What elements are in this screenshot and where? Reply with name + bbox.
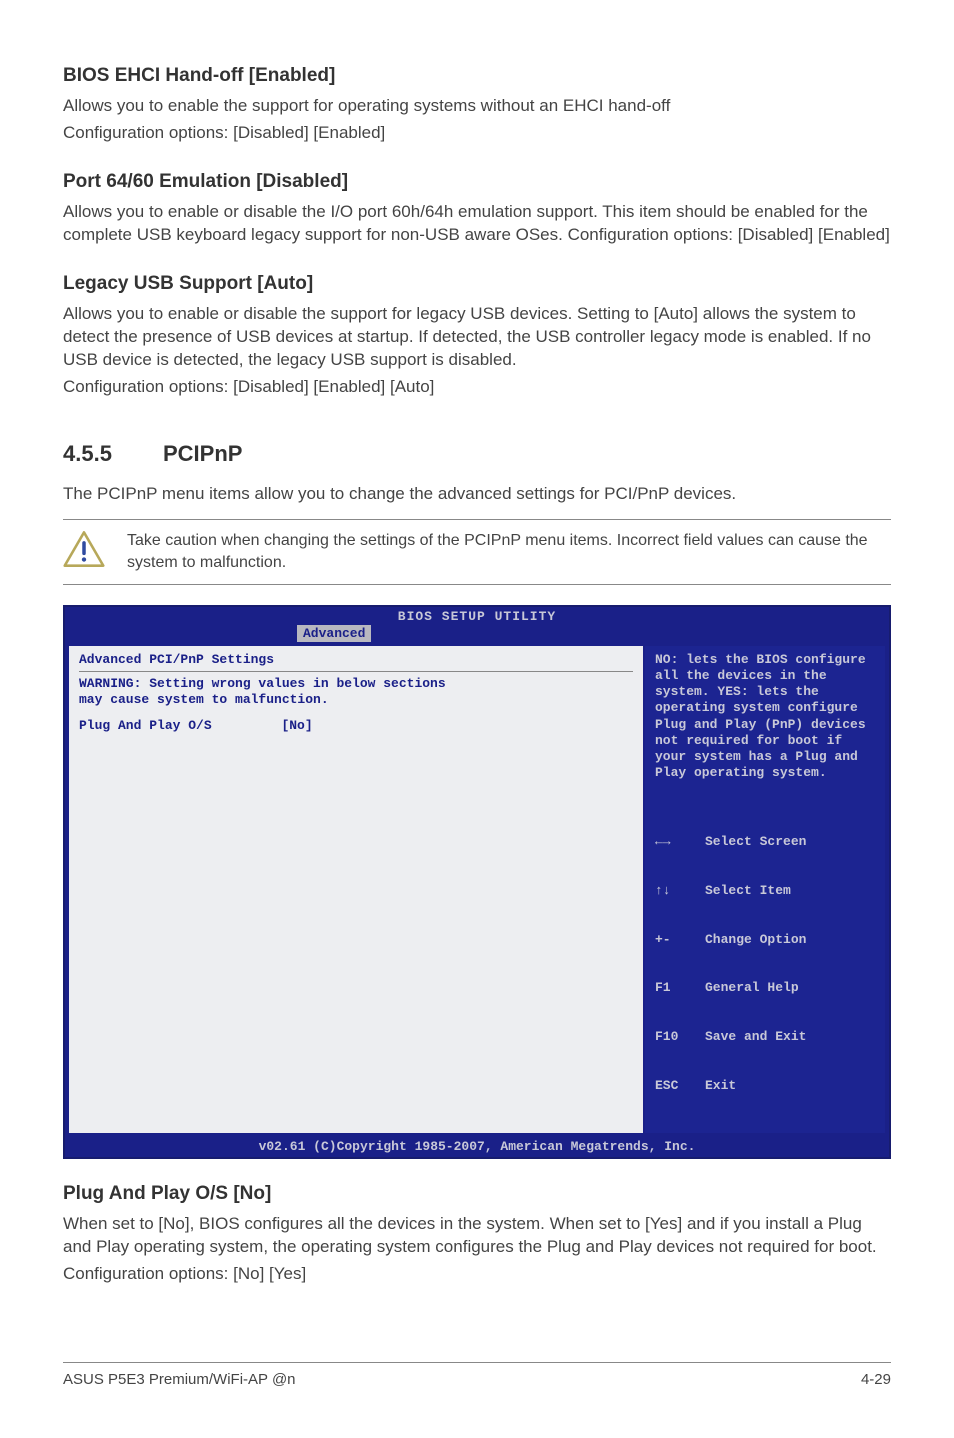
nav-key-esc: ESC: [655, 1078, 705, 1094]
text-bios-ehci-opts: Configuration options: [Disabled] [Enabl…: [63, 122, 891, 145]
nav-label-exit: Exit: [705, 1078, 736, 1094]
text-legacy-usb-desc: Allows you to enable or disable the supp…: [63, 303, 891, 372]
text-pnp-opts: Configuration options: [No] [Yes]: [63, 1263, 891, 1286]
text-pnp-desc: When set to [No], BIOS configures all th…: [63, 1213, 891, 1259]
footer-page-number: 4-29: [861, 1371, 891, 1388]
text-port6460-desc: Allows you to enable or disable the I/O …: [63, 201, 891, 247]
caution-text: Take caution when changing the settings …: [127, 528, 891, 573]
page-footer: ASUS P5E3 Premium/WiFi-AP @n 4-29: [63, 1362, 891, 1388]
bios-nav-keys: ←→Select Screen ↑↓Select Item +-Change O…: [655, 802, 877, 1127]
heading-port6460: Port 64/60 Emulation [Disabled]: [63, 171, 891, 193]
bios-warning: WARNING: Setting wrong values in below s…: [79, 671, 633, 709]
nav-label-general-help: General Help: [705, 980, 799, 996]
nav-key-ud: ↑↓: [655, 883, 705, 899]
bios-tab-advanced: Advanced: [297, 625, 371, 642]
section-intro: The PCIPnP menu items allow you to chang…: [63, 483, 891, 506]
bios-option-value: [No]: [281, 718, 312, 733]
heading-bios-ehci: BIOS EHCI Hand-off [Enabled]: [63, 65, 891, 87]
nav-label-save-exit: Save and Exit: [705, 1029, 806, 1045]
section-number: 4.5.5: [63, 441, 163, 467]
nav-key-f10: F10: [655, 1029, 705, 1045]
caution-icon: [63, 530, 105, 573]
text-legacy-usb-opts: Configuration options: [Disabled] [Enabl…: [63, 376, 891, 399]
nav-label-select-item: Select Item: [705, 883, 791, 899]
footer-product: ASUS P5E3 Premium/WiFi-AP @n: [63, 1371, 296, 1388]
bios-option-row: Plug And Play O/S [No]: [79, 718, 633, 733]
nav-key-pm: +-: [655, 932, 705, 948]
nav-label-select-screen: Select Screen: [705, 834, 806, 850]
bios-title: BIOS SETUP UTILITY: [65, 607, 889, 624]
bios-screenshot: BIOS SETUP UTILITY Advanced Advanced PCI…: [63, 605, 891, 1159]
heading-legacy-usb: Legacy USB Support [Auto]: [63, 273, 891, 295]
heading-plug-and-play: Plug And Play O/S [No]: [63, 1183, 891, 1205]
bios-help-text: NO: lets the BIOS configure all the devi…: [655, 652, 877, 782]
bios-footer: v02.61 (C)Copyright 1985-2007, American …: [65, 1137, 889, 1157]
bios-warn-line2: may cause system to malfunction.: [79, 692, 329, 707]
caution-note: Take caution when changing the settings …: [63, 519, 891, 584]
bios-right-panel: NO: lets the BIOS configure all the devi…: [645, 646, 885, 1133]
section-title: PCIPnP: [163, 441, 242, 467]
bios-left-header: Advanced PCI/PnP Settings: [79, 652, 633, 667]
nav-key-lr: ←→: [655, 834, 705, 850]
text-bios-ehci-desc: Allows you to enable the support for ope…: [63, 95, 891, 118]
nav-key-f1: F1: [655, 980, 705, 996]
nav-label-change-option: Change Option: [705, 932, 806, 948]
bios-option-label: Plug And Play O/S: [79, 718, 212, 733]
bios-left-panel: Advanced PCI/PnP Settings WARNING: Setti…: [69, 646, 645, 1133]
bios-warn-line1: WARNING: Setting wrong values in below s…: [79, 676, 446, 691]
